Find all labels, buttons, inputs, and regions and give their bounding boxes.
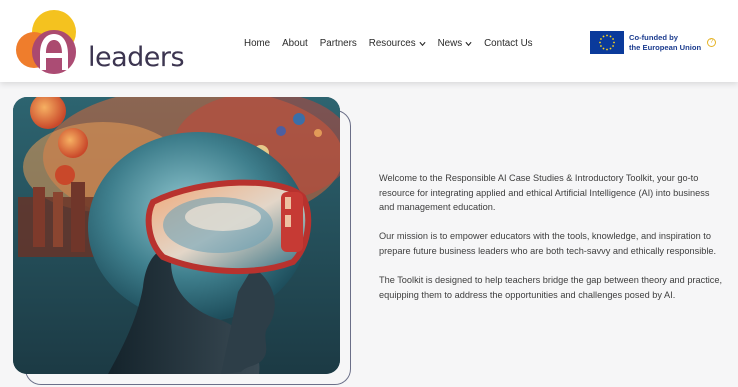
chevron-down-icon — [419, 41, 426, 46]
nav-contact-us[interactable]: Contact Us — [484, 38, 532, 49]
eu-cofunded-text: Co-funded by the European Union — [629, 33, 701, 52]
nav-about-label: About — [282, 38, 308, 49]
intro-content: Welcome to the Responsible AI Case Studi… — [379, 171, 725, 317]
eu-cofunded-badge[interactable]: Co-funded by the European Union ? — [590, 31, 717, 54]
logo-wordmark: leaders — [88, 42, 185, 73]
main-nav: Home About Partners Resources News Conta… — [244, 38, 545, 49]
nav-partners[interactable]: Partners — [320, 38, 357, 49]
nav-resources-label: Resources — [368, 38, 416, 49]
nav-home-label: Home — [244, 38, 271, 49]
eu-line-1: Co-funded by — [629, 33, 678, 42]
hero-image — [13, 97, 340, 374]
nav-partners-label: Partners — [319, 38, 357, 49]
site-header: leaders Home About Partners Resources Ne… — [0, 0, 738, 82]
nav-home[interactable]: Home — [244, 38, 270, 49]
site-logo[interactable]: leaders — [10, 8, 185, 78]
intro-paragraph-1: Welcome to the Responsible AI Case Studi… — [379, 173, 710, 213]
intro-paragraph-3: The Toolkit is designed to help teachers… — [379, 275, 723, 300]
chevron-down-icon — [465, 41, 472, 46]
nav-news[interactable]: News — [438, 38, 473, 49]
nav-resources[interactable]: Resources — [369, 38, 426, 49]
nav-contact-us-label: Contact Us — [484, 38, 533, 49]
info-circle-icon[interactable]: ? — [707, 38, 717, 47]
logo-mark-icon — [16, 10, 76, 74]
eu-flag-icon — [590, 31, 624, 54]
nav-about[interactable]: About — [282, 38, 308, 49]
nav-news-label: News — [437, 38, 463, 49]
intro-paragraph-2: Our mission is to empower educators with… — [379, 231, 717, 256]
vr-headset-person-illustration-icon — [13, 97, 340, 374]
eu-line-2: the European Union — [629, 42, 702, 52]
